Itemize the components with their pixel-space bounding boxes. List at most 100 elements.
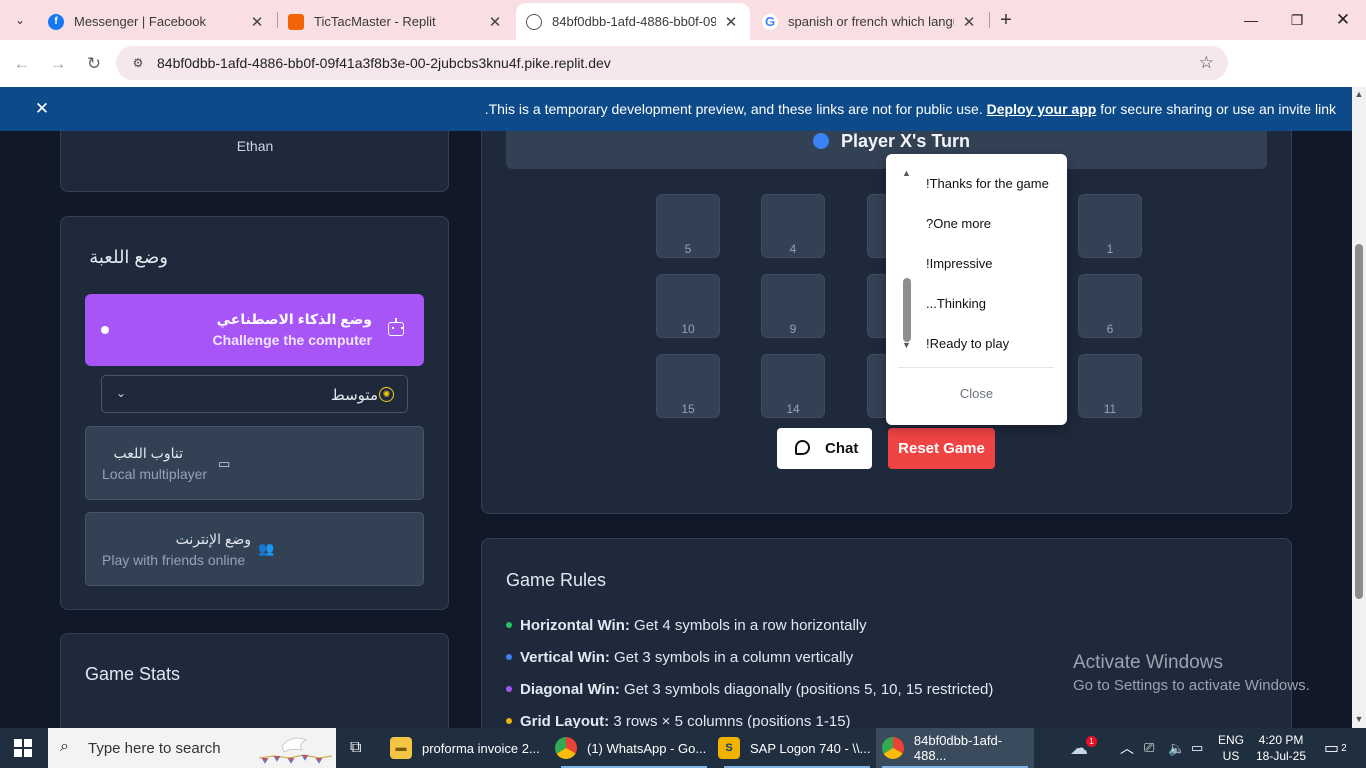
game-mode-card: وضع اللعبة وضع الذكاء الاصطناعي Challeng…: [60, 216, 449, 610]
tab-divider: [989, 12, 990, 28]
difficulty-select[interactable]: ⌄ متوسط ✺: [101, 375, 408, 413]
taskbar-app-whatsapp[interactable]: (1) WhatsApp - Go...: [555, 728, 713, 768]
banner-text: .This is a temporary development preview…: [485, 101, 1336, 117]
quick-message[interactable]: ?One more: [926, 216, 991, 231]
close-icon[interactable]: ✕: [722, 13, 740, 31]
rule-text: Get 3 symbols diagonally (positions 5, 1…: [619, 681, 994, 698]
tab-replit[interactable]: TicTacMaster - Replit ✕: [278, 3, 514, 40]
window-close-button[interactable]: ✕: [1320, 0, 1366, 40]
weather-icon[interactable]: ☁ 1: [1070, 728, 1097, 768]
task-view-icon[interactable]: ⧉: [350, 739, 361, 757]
scroll-down-icon[interactable]: ▼: [902, 340, 911, 350]
bullet-icon: [506, 622, 512, 629]
bookmark-star-icon[interactable]: ☆: [1199, 53, 1214, 73]
scroll-down-icon[interactable]: ▼: [1354, 714, 1364, 724]
rule-label: Vertical Win:: [520, 649, 610, 666]
language-indicator[interactable]: ENG US: [1214, 732, 1248, 764]
taskbar-clock[interactable]: 4:20 PM 18-Jul-25: [1251, 732, 1311, 764]
board-cell[interactable]: 4: [761, 194, 825, 258]
player-x-dot: [813, 133, 829, 149]
taskbar-app-explorer[interactable]: ▬ proforma invoice 2...: [390, 728, 548, 768]
windows-taskbar: ⌕ Type here to search ⧉ ▬ proforma invoi…: [0, 728, 1366, 768]
board-cell[interactable]: 11: [1078, 354, 1142, 418]
cell-number: 10: [681, 322, 695, 336]
tab-preview[interactable]: 84bf0dbb-1afd-4886-bb0f-09f4 ✕: [516, 3, 750, 40]
scrollbar-thumb[interactable]: [1355, 244, 1363, 599]
network-icon[interactable]: ▭: [1191, 728, 1203, 768]
show-hidden-icons-chevron-icon[interactable]: ︿: [1120, 728, 1134, 768]
notification-center-icon[interactable]: ▭ 2: [1324, 728, 1347, 768]
popup-close-button[interactable]: Close: [886, 386, 1067, 401]
site-info-icon[interactable]: ⚙: [128, 53, 148, 73]
reset-game-button[interactable]: Reset Game: [888, 428, 995, 469]
meet-now-icon[interactable]: ⎚: [1144, 728, 1154, 768]
google-icon: G: [762, 13, 778, 30]
gamepad-icon: ▭: [218, 456, 231, 471]
quick-message[interactable]: !Impressive: [926, 256, 992, 271]
taskbar-app-sap[interactable]: S SAP Logon 740 - \\...: [718, 728, 876, 768]
rule-text: Get 4 symbols in a row horizontally: [629, 617, 867, 634]
taskbar-search[interactable]: ⌕ Type here to search: [48, 728, 336, 768]
address-bar[interactable]: ⚙ 84bf0dbb-1afd-4886-bb0f-09f41a3f8b3e-0…: [116, 46, 1228, 80]
scrollbar-thumb[interactable]: [903, 278, 911, 342]
board-cell[interactable]: 9: [761, 274, 825, 338]
taskbar-app-label: 84bf0dbb-1afd-488...: [913, 733, 1003, 763]
globe-icon: [526, 13, 542, 30]
tab-messenger[interactable]: f Messenger | Facebook ✕: [38, 3, 276, 40]
browser-toolbar: ← → ↻ ⚙ 84bf0dbb-1afd-4886-bb0f-09f41a3f…: [0, 40, 1366, 114]
board-cell[interactable]: 1: [1078, 194, 1142, 258]
back-icon[interactable]: ←: [9, 51, 35, 77]
forward-icon[interactable]: →: [45, 51, 71, 77]
sap-icon: S: [718, 737, 740, 759]
quick-message[interactable]: !Thanks for the game: [926, 176, 1049, 191]
notification-count: 2: [1341, 742, 1347, 754]
bullet-icon: [506, 686, 512, 693]
page-scrollbar[interactable]: ▲ ▼: [1352, 87, 1366, 728]
board-cell[interactable]: 6: [1078, 274, 1142, 338]
tab-title: 84bf0dbb-1afd-4886-bb0f-09f4: [552, 14, 716, 29]
quick-message[interactable]: !Ready to play: [926, 336, 1009, 351]
rule-label: Grid Layout:: [520, 713, 610, 728]
tab-search-button[interactable]: ⌄: [8, 9, 32, 31]
game-mode-title: وضع اللعبة: [89, 247, 168, 267]
reload-icon[interactable]: ↻: [81, 51, 107, 77]
online-mode-button[interactable]: وضع الإنترنت Play with friends online 👥: [85, 512, 424, 586]
quick-message[interactable]: ...Thinking: [926, 296, 986, 311]
language-code: ENG: [1217, 733, 1244, 747]
minimize-button[interactable]: —: [1228, 0, 1274, 40]
close-icon[interactable]: ✕: [32, 99, 52, 119]
rule-item: Grid Layout: 3 rows × 5 columns (positio…: [506, 713, 851, 728]
game-stats-title: Game Stats: [85, 664, 181, 684]
rule-text: 3 rows × 5 columns (positions 1-15): [609, 713, 851, 728]
tab-title: TicTacMaster - Replit: [314, 14, 436, 29]
ai-mode-title: وضع الذكاء الاصطناعي: [216, 311, 372, 327]
ai-mode-button[interactable]: وضع الذكاء الاصطناعي Challenge the compu…: [85, 294, 424, 366]
clock-time: 4:20 PM: [1258, 733, 1304, 747]
deploy-app-link[interactable]: Deploy your app: [987, 101, 1097, 117]
windows-start-icon[interactable]: [14, 739, 32, 757]
board-cell[interactable]: 14: [761, 354, 825, 418]
dove-illustration-icon: [258, 737, 333, 764]
difficulty-value: متوسط: [330, 387, 378, 404]
url-text[interactable]: 84bf0dbb-1afd-4886-bb0f-09f41a3f8b3e-00-…: [157, 55, 611, 71]
board-cell[interactable]: 10: [656, 274, 720, 338]
taskbar-app-chrome-active[interactable]: 84bf0dbb-1afd-488...: [876, 728, 1034, 768]
close-icon[interactable]: ✕: [248, 13, 266, 31]
popup-divider: [898, 367, 1054, 368]
chat-button[interactable]: Chat: [777, 428, 872, 469]
volume-icon[interactable]: 🔈: [1168, 728, 1185, 768]
board-cell[interactable]: 5: [656, 194, 720, 258]
board-cell[interactable]: 15: [656, 354, 720, 418]
taskbar-app-label: proforma invoice 2...: [422, 740, 540, 756]
new-tab-button[interactable]: +: [994, 9, 1018, 31]
scroll-up-icon[interactable]: ▲: [1354, 89, 1364, 99]
close-icon[interactable]: ✕: [960, 13, 978, 31]
restore-button[interactable]: ❐: [1274, 0, 1320, 40]
scroll-up-icon[interactable]: ▲: [902, 168, 911, 178]
close-icon[interactable]: ✕: [486, 13, 504, 31]
popup-scrollbar[interactable]: ▲ ▼: [902, 168, 912, 358]
local-mode-button[interactable]: تناوب اللعب Local multiplayer ▭: [85, 426, 424, 500]
tab-google-search[interactable]: G spanish or french which langua ✕: [752, 3, 988, 40]
chat-bubble-icon: [795, 440, 810, 455]
player-name: Ethan: [236, 138, 274, 154]
